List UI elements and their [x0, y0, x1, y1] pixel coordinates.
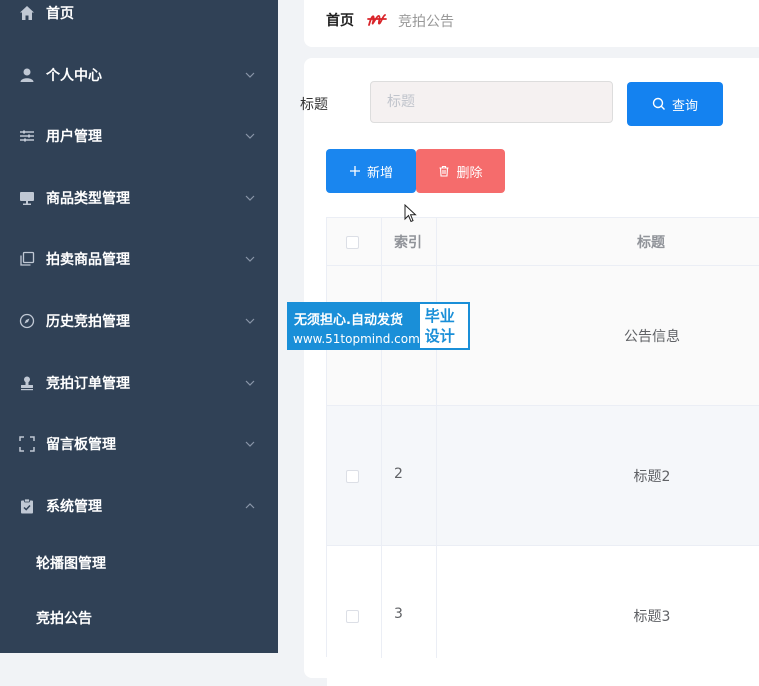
- watermark-line2: www.51topmind.com: [293, 332, 420, 346]
- row-divider: [327, 405, 759, 406]
- sidebar-item-label: 用户管理: [46, 129, 102, 145]
- compass-icon: [19, 313, 35, 329]
- cell-title: 标题2: [633, 469, 671, 485]
- sidebar-item-bid-order[interactable]: 竞拍订单管理: [0, 358, 278, 408]
- sidebar-item-label: 拍卖商品管理: [46, 252, 130, 268]
- sidebar-subitem-carousel[interactable]: 轮播图管理: [0, 541, 278, 585]
- breadcrumb-current: 竞拍公告: [398, 14, 454, 30]
- row-divider: [327, 545, 759, 546]
- add-button[interactable]: 新增: [326, 149, 416, 193]
- chevron-down-icon: [244, 438, 256, 450]
- column-header-title: 标题: [637, 235, 665, 251]
- search-input[interactable]: [370, 81, 613, 123]
- breadcrumb-separator-icon: [366, 10, 388, 30]
- plus-icon: [349, 165, 361, 177]
- chevron-down-icon: [244, 315, 256, 327]
- breadcrumb: 首页 竞拍公告: [304, 0, 759, 47]
- sidebar-item-message-board[interactable]: 留言板管理: [0, 419, 278, 469]
- sidebar-item-history-bid[interactable]: 历史竞拍管理: [0, 296, 278, 346]
- chevron-down-icon: [244, 253, 256, 265]
- watermark-right-line1: 毕业: [424, 307, 455, 325]
- sidebar-item-label: 商品类型管理: [46, 191, 130, 207]
- row-checkbox[interactable]: [346, 470, 359, 483]
- sidebar-subitem-label: 竞拍公告: [36, 611, 92, 627]
- sidebar-item-label: 留言板管理: [46, 437, 116, 453]
- sidebar-item-home[interactable]: 首页: [0, 0, 278, 38]
- data-table: 索引 标题 公告信息 2 标题2 3 标题3: [326, 217, 759, 686]
- chevron-down-icon: [244, 377, 256, 389]
- sidebar-item-personal-center[interactable]: 个人中心: [0, 50, 278, 100]
- copy-icon: [19, 251, 35, 267]
- watermark-badge: 无须担心.自动发货 www.51topmind.com 毕业 设计: [287, 302, 470, 350]
- sidebar-item-label: 历史竞拍管理: [46, 314, 130, 330]
- table-row[interactable]: 3 标题3: [327, 546, 759, 686]
- sidebar-item-label: 个人中心: [46, 68, 102, 84]
- delete-button-label: 删除: [456, 165, 483, 181]
- select-all-checkbox[interactable]: [346, 236, 359, 249]
- watermark-line1: 无须担心.自动发货: [294, 313, 403, 328]
- search-button-label: 查询: [671, 98, 698, 114]
- sidebar-item-label: 竞拍订单管理: [46, 376, 130, 392]
- sliders-icon: [19, 128, 35, 144]
- cell-title: 公告信息: [624, 329, 680, 345]
- watermark-right-line2: 设计: [424, 327, 455, 345]
- table-header: [327, 218, 759, 266]
- column-divider: [381, 218, 382, 658]
- cell-index: 2: [394, 466, 403, 482]
- home-icon: [19, 5, 35, 21]
- sidebar-item-system-management[interactable]: 系统管理: [0, 481, 278, 531]
- stamp-icon: [19, 375, 35, 391]
- sidebar-item-product-type[interactable]: 商品类型管理: [0, 173, 278, 223]
- chevron-down-icon: [244, 69, 256, 81]
- sidebar-subitem-bid-announcement[interactable]: 竞拍公告: [0, 596, 278, 640]
- cell-index: 3: [394, 606, 403, 622]
- delete-button[interactable]: 删除: [416, 149, 505, 193]
- monitor-icon: [19, 190, 35, 206]
- add-button-label: 新增: [366, 165, 393, 181]
- sidebar-item-label: 首页: [46, 6, 74, 22]
- sidebar-item-auction-product[interactable]: 拍卖商品管理: [0, 234, 278, 284]
- search-icon: [652, 97, 666, 111]
- sidebar-item-label: 系统管理: [46, 499, 102, 515]
- mouse-cursor-icon: [404, 203, 418, 224]
- chevron-down-icon: [244, 130, 256, 142]
- sidebar-item-user-management[interactable]: 用户管理: [0, 111, 278, 161]
- search-label: 标题: [300, 97, 328, 113]
- user-icon: [19, 67, 35, 83]
- watermark-left: 无须担心.自动发货 www.51topmind.com: [289, 304, 420, 348]
- chevron-down-icon: [244, 192, 256, 204]
- breadcrumb-home[interactable]: 首页: [326, 10, 354, 30]
- search-button[interactable]: 查询: [627, 82, 723, 126]
- table-row[interactable]: 2 标题2: [327, 406, 759, 546]
- column-header-index: 索引: [394, 235, 422, 251]
- sidebar-subitem-label: 轮播图管理: [36, 556, 106, 572]
- row-divider: [327, 265, 759, 266]
- column-divider: [436, 218, 437, 658]
- cell-title: 标题3: [633, 609, 671, 625]
- row-checkbox[interactable]: [346, 610, 359, 623]
- clipboard-check-icon: [19, 498, 35, 514]
- watermark-right: 毕业 设计: [420, 304, 468, 348]
- chevron-up-icon: [244, 500, 256, 512]
- fullscreen-icon: [19, 436, 35, 452]
- sidebar: 首页 个人中心 用户管理 商品类型管理 拍卖商品管理 历史竞拍管理 竞拍订单管理…: [0, 0, 278, 653]
- trash-icon: [438, 165, 450, 177]
